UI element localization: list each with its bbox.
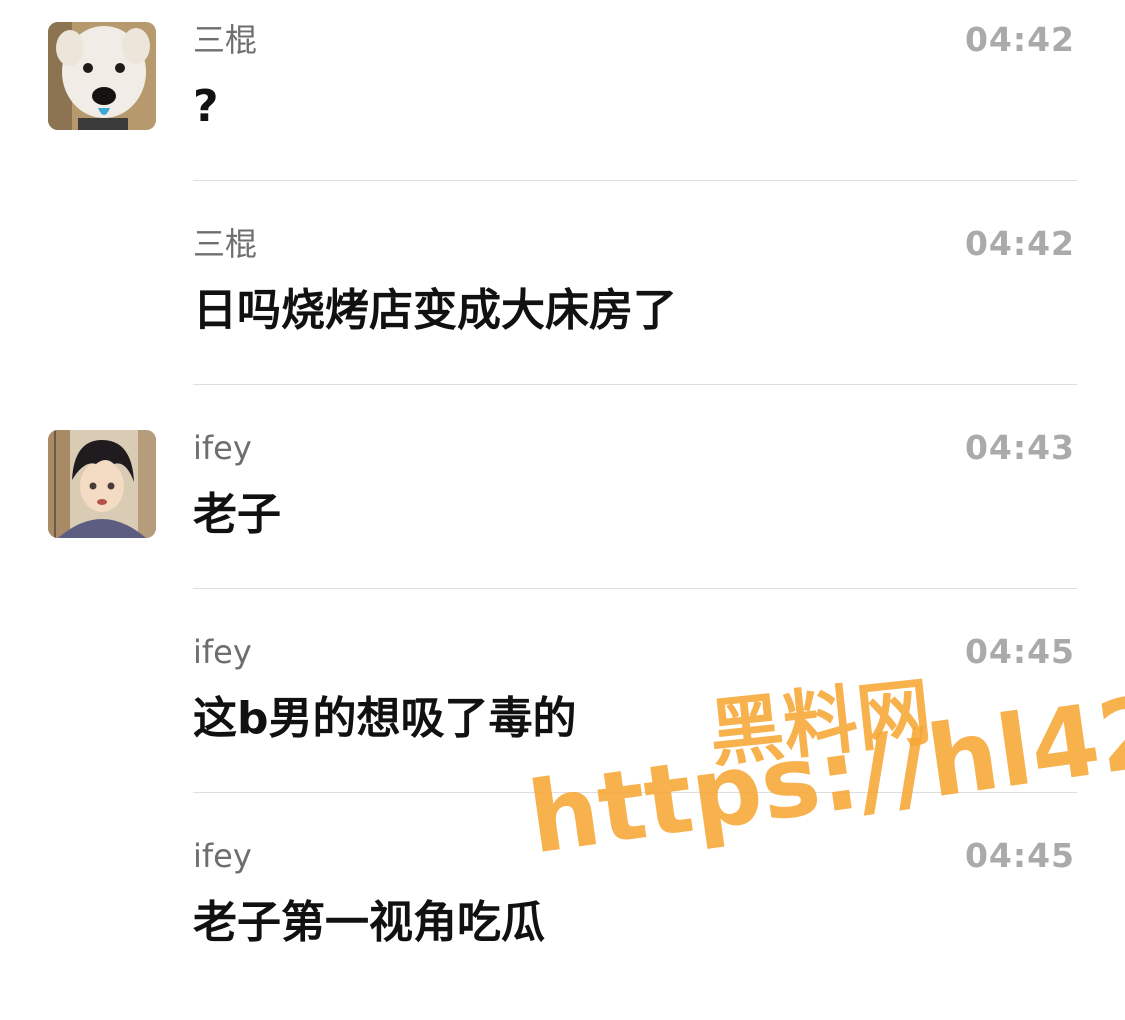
sender-name: 三棍 bbox=[193, 21, 258, 59]
dog-avatar[interactable] bbox=[48, 22, 156, 130]
message-row[interactable]: 三棍 04:42 日吗烧烤店变成大床房了 bbox=[0, 204, 1125, 408]
message-text[interactable]: 老子 bbox=[193, 486, 281, 544]
message-row[interactable]: ifey 04:43 老子 bbox=[0, 408, 1125, 612]
message-text[interactable]: ? bbox=[193, 78, 219, 136]
message-timestamp: 04:45 bbox=[964, 632, 1075, 671]
message-text[interactable]: 老子第一视角吃瓜 bbox=[193, 894, 545, 952]
message-row[interactable]: 三棍 04:42 ? bbox=[0, 0, 1125, 204]
message-divider bbox=[193, 384, 1077, 385]
message-divider bbox=[193, 792, 1077, 793]
message-timestamp: 04:42 bbox=[964, 20, 1075, 59]
message-text[interactable]: 这b男的想吸了毒的 bbox=[193, 690, 577, 748]
message-divider bbox=[193, 588, 1077, 589]
message-timestamp: 04:43 bbox=[964, 428, 1075, 467]
sender-name: 三棍 bbox=[193, 225, 258, 263]
chat-message-list[interactable]: 三棍 04:42 ? 三棍 04:42 日吗烧烤店变成大床房了 ifey 04:… bbox=[0, 0, 1125, 991]
dog-avatar-image bbox=[48, 22, 156, 130]
message-row[interactable]: ifey 04:45 老子第一视角吃瓜 bbox=[0, 816, 1125, 1020]
anime-boy-avatar[interactable] bbox=[48, 430, 156, 538]
message-timestamp: 04:45 bbox=[964, 836, 1075, 875]
message-text[interactable]: 日吗烧烤店变成大床房了 bbox=[193, 282, 677, 340]
sender-name: ifey bbox=[193, 429, 252, 467]
message-row[interactable]: ifey 04:45 这b男的想吸了毒的 bbox=[0, 612, 1125, 816]
anime-boy-avatar-image bbox=[48, 430, 156, 538]
sender-name: ifey bbox=[193, 633, 252, 671]
message-divider bbox=[193, 180, 1077, 181]
sender-name: ifey bbox=[193, 837, 252, 875]
message-timestamp: 04:42 bbox=[964, 224, 1075, 263]
